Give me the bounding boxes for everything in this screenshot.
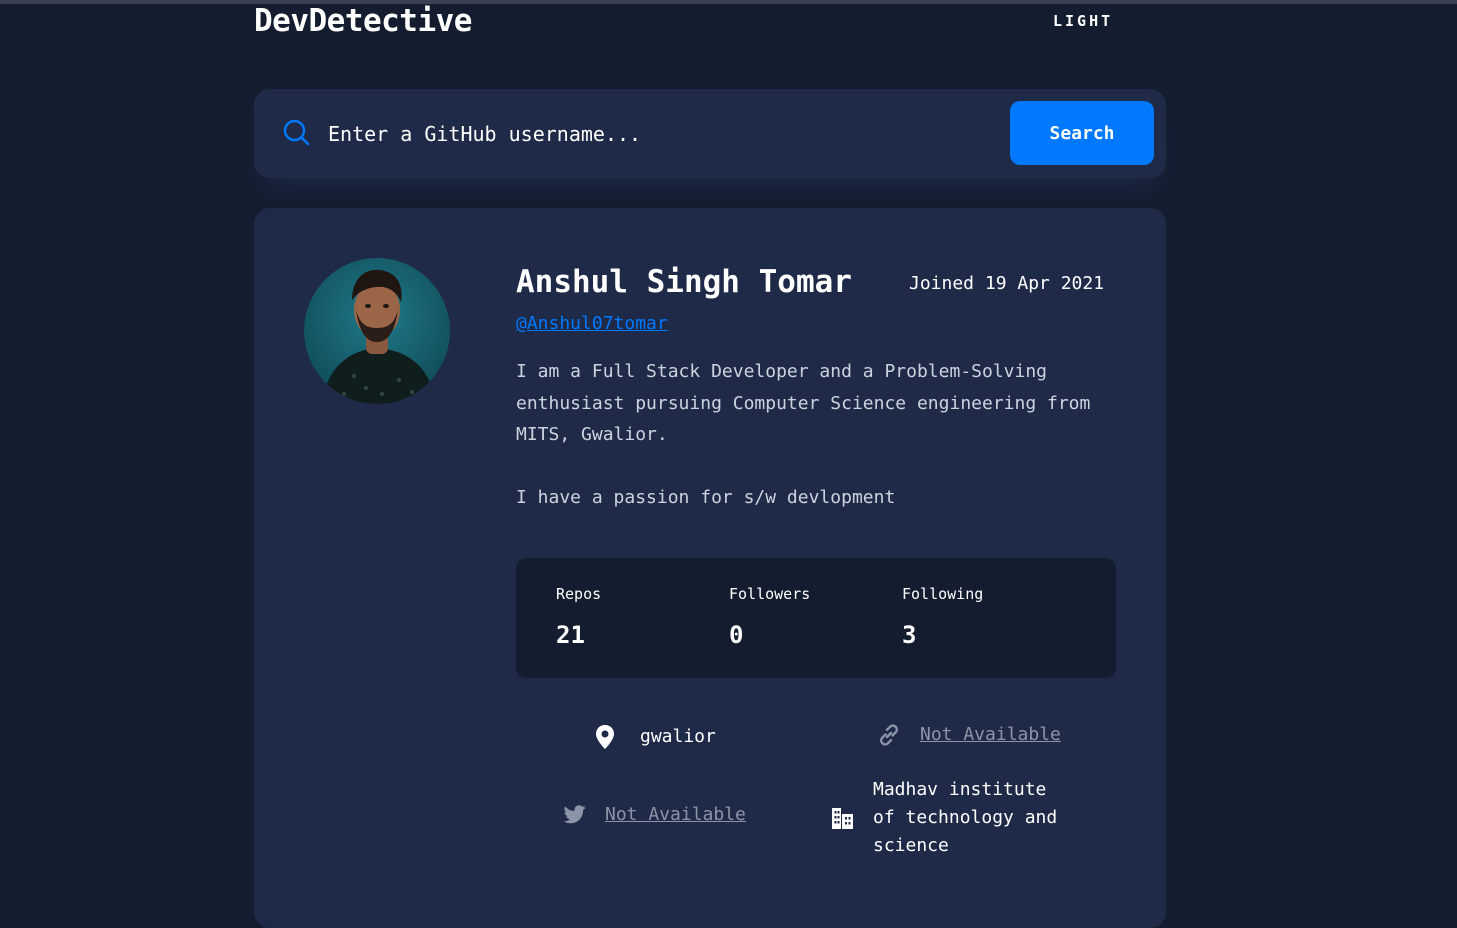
search-input[interactable] — [328, 115, 988, 153]
stat-value: 0 — [729, 621, 744, 649]
stat-label: Repos — [556, 585, 602, 603]
stat-label: Followers — [729, 585, 811, 603]
link-icon — [880, 724, 898, 746]
location-text: gwalior — [640, 726, 716, 747]
search-icon — [283, 119, 310, 146]
stat-value: 21 — [556, 621, 585, 649]
avatar-portrait — [322, 269, 444, 404]
info-website: Not Available — [876, 721, 1061, 749]
search-bar: Search — [254, 89, 1166, 178]
bio-paragraph: I have a passion for s/w devlopment — [516, 486, 896, 508]
stat-followers: Followers 0 — [729, 584, 810, 650]
stat-following: Following 3 — [902, 584, 983, 650]
info-twitter: Not Available — [562, 801, 746, 829]
stat-label: Following — [902, 585, 984, 603]
location-pin-icon — [596, 725, 614, 749]
website-link[interactable]: Not Available — [920, 721, 1061, 749]
search-button[interactable]: Search — [1010, 101, 1154, 165]
stats-panel: Repos 21 Followers 0 Following 3 — [516, 558, 1116, 678]
profile-card: Anshul Singh Tomar Joined 19 Apr 2021 @A… — [254, 208, 1166, 928]
avatar — [304, 258, 450, 404]
profile-username-link[interactable]: @Anshul07tomar — [516, 312, 668, 336]
theme-toggle[interactable]: LIGHT — [1053, 11, 1113, 31]
app-title: DevDetective — [254, 3, 472, 39]
info-location: gwalior — [592, 723, 716, 751]
stat-value: 3 — [902, 621, 917, 649]
profile-name: Anshul Singh Tomar — [516, 264, 852, 300]
company-text: Madhav institute of technology and scien… — [873, 779, 1058, 856]
bio-paragraph: I am a Full Stack Developer and a Proble… — [516, 361, 1091, 445]
info-company: Madhav institute of technology and scien… — [830, 776, 1070, 860]
building-icon — [832, 808, 853, 829]
joined-date: Joined 19 Apr 2021 — [909, 273, 1105, 294]
twitter-link[interactable]: Not Available — [605, 801, 746, 829]
twitter-icon — [563, 805, 586, 824]
window-top-edge — [0, 0, 1457, 4]
stat-repos: Repos 21 — [556, 584, 601, 650]
profile-bio: I am a Full Stack Developer and a Proble… — [516, 356, 1116, 513]
